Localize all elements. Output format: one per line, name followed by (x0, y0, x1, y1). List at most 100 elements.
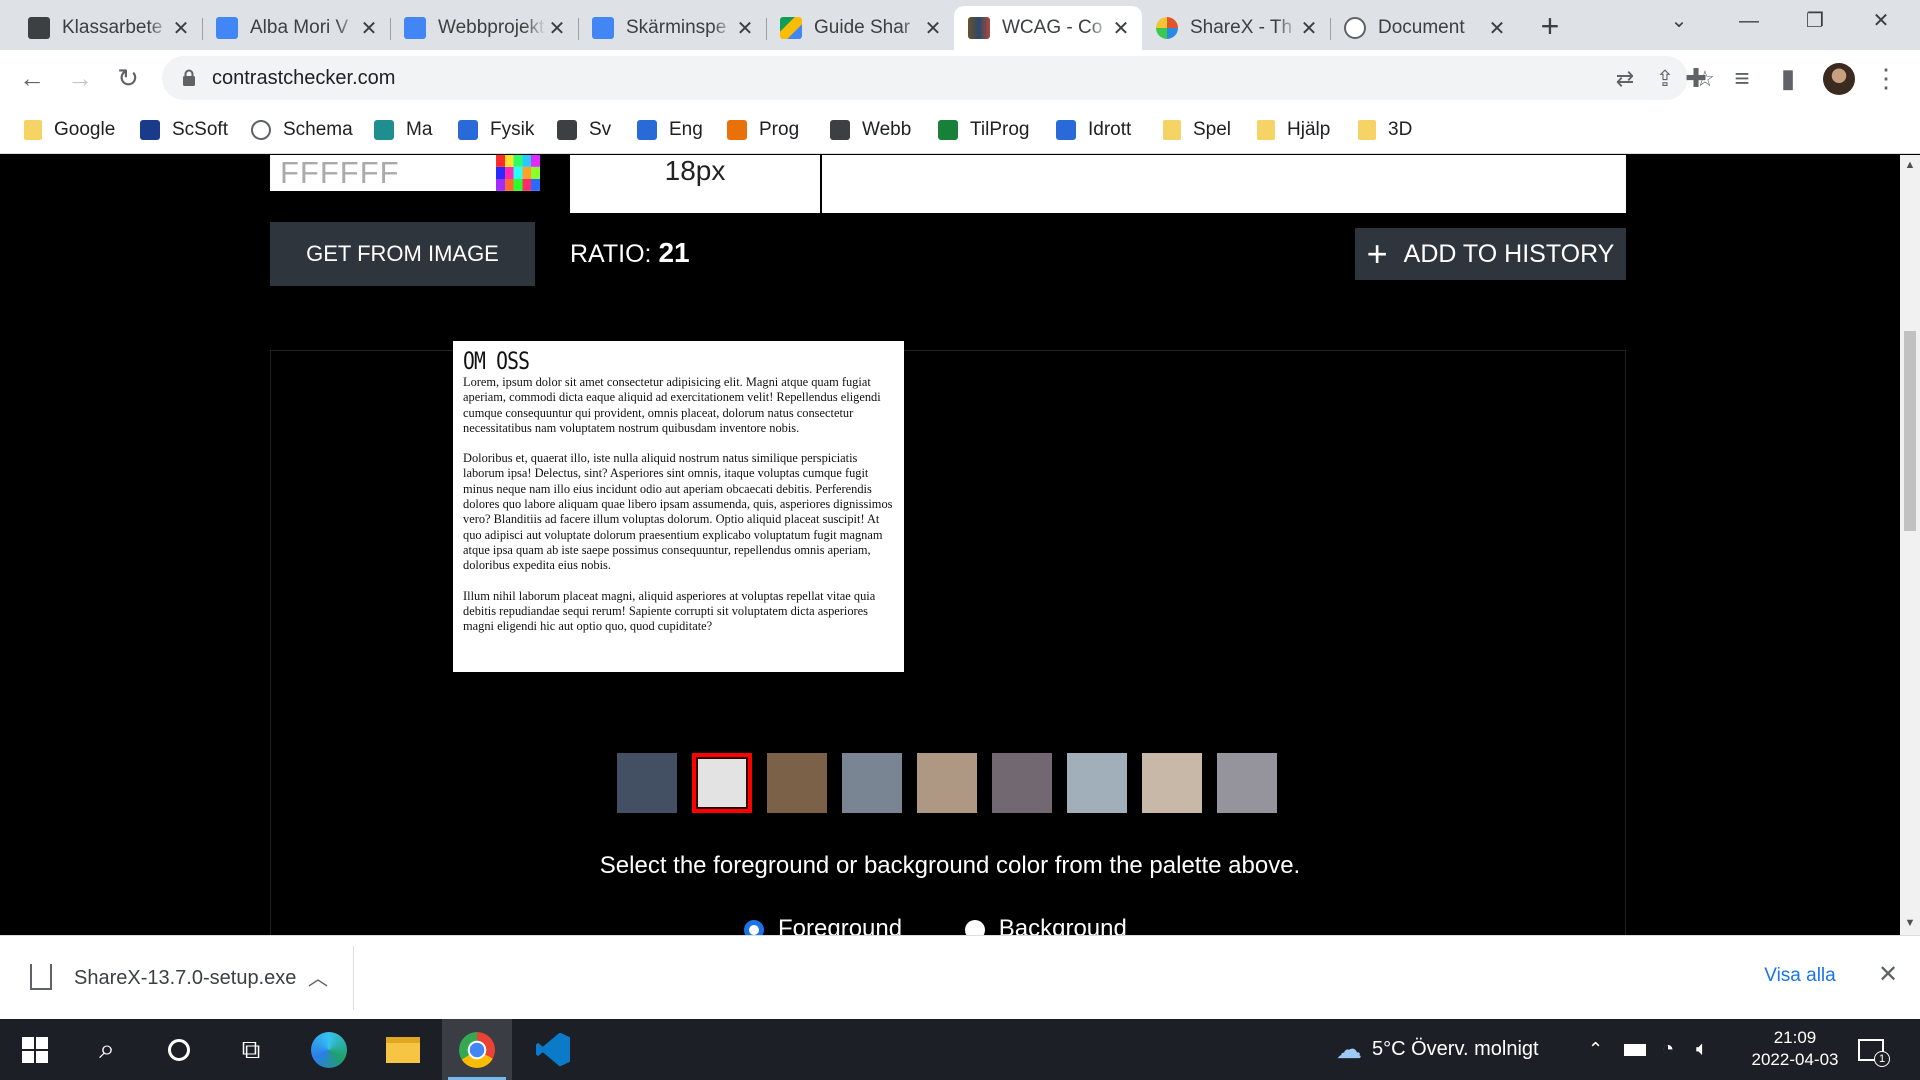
restore-button[interactable]: ❐ (1786, 0, 1844, 42)
bookmark-schema[interactable]: Schema (251, 117, 353, 143)
notification-center-icon[interactable]: 1 (1858, 1019, 1890, 1080)
uploaded-image-preview[interactable]: OM OSS Lorem, ipsum dolor sit amet conse… (453, 341, 904, 672)
weather-widget[interactable]: ☁ 5°C Överv. molnigt (1336, 1019, 1539, 1080)
vscode-icon[interactable] (518, 1019, 588, 1080)
wifi-icon[interactable]: ◔ (1662, 1019, 1674, 1080)
scroll-up-arrow-icon[interactable]: ▲ (1900, 159, 1920, 171)
avatar[interactable] (1823, 63, 1855, 95)
menu-kebab-icon[interactable]: ⋮ (1866, 58, 1906, 98)
bookmark-3d[interactable]: 3D (1358, 117, 1412, 143)
palette-swatch[interactable] (617, 753, 677, 813)
bookmark-fysik[interactable]: Fysik (458, 117, 534, 143)
palette-swatch-selected[interactable] (692, 753, 752, 813)
address-bar[interactable]: contrastchecker.com ⇄ ⇪ ☆ (162, 56, 1715, 100)
browser-tab[interactable]: ShareX - Th ✕ (1142, 6, 1331, 50)
browser-tab[interactable]: Klassarbete ✕ (14, 6, 203, 50)
foreground-radio[interactable] (744, 919, 764, 935)
bookmark-scsoft[interactable]: ScSoft (140, 117, 228, 143)
background-label[interactable]: Background (999, 915, 1127, 935)
plus-icon: + (1366, 233, 1388, 274)
chevron-up-icon[interactable]: ︿ (308, 962, 328, 991)
cortana-icon[interactable] (144, 1019, 214, 1080)
windows-taskbar: ⌕ ⧉ ☁ 5°C Överv. molnigt ⌃ ◔ 🔈︎ 21:09 20… (0, 1019, 1920, 1080)
browser-tab[interactable]: Skärminspe ✕ (578, 6, 767, 50)
bookmark-eng[interactable]: Eng (637, 117, 703, 143)
classroom-icon (458, 120, 478, 140)
show-all-downloads-button[interactable]: Visa alla (1750, 954, 1850, 998)
download-filename[interactable]: ShareX-13.7.0-setup.exe (74, 967, 296, 990)
battery-icon[interactable] (1624, 1019, 1646, 1080)
tab-title: Alba Mori V (250, 17, 349, 38)
add-to-history-button[interactable]: + ADD TO HISTORY (1355, 228, 1626, 280)
browser-tab[interactable]: Webbprojekt ✕ (390, 6, 579, 50)
bookmark-tilprog[interactable]: TilProg (938, 117, 1029, 143)
bookmark-label: Spel (1193, 119, 1232, 140)
bookmark-webb[interactable]: Webb (830, 117, 911, 143)
minimize-button[interactable]: — (1720, 0, 1778, 42)
translate-icon[interactable]: ⇄ (1610, 64, 1640, 94)
browser-tab[interactable]: Alba Mori V ✕ (202, 6, 391, 50)
extensions-puzzle-icon[interactable]: ✚ (1676, 58, 1716, 98)
close-tab-icon[interactable]: ✕ (1298, 16, 1320, 41)
color-picker-icon[interactable] (496, 155, 540, 191)
tab-title: Klassarbete (62, 17, 163, 38)
close-tab-icon[interactable]: ✕ (1110, 16, 1132, 41)
start-windows-icon[interactable] (0, 1019, 70, 1080)
download-file-icon (30, 964, 52, 990)
media-queue-icon[interactable]: ≡ (1722, 58, 1762, 98)
close-tab-icon[interactable]: ✕ (546, 16, 568, 41)
tab-search-chevron-icon[interactable]: ⌄ (1650, 0, 1708, 42)
scrollbar-thumb[interactable] (1904, 331, 1916, 531)
side-panel-icon[interactable]: ▮ (1768, 58, 1808, 98)
page-scrollbar[interactable]: ▲ ▼ (1900, 155, 1920, 935)
file-explorer-icon[interactable] (368, 1019, 438, 1080)
close-window-button[interactable]: ✕ (1852, 0, 1910, 42)
folder-icon (1163, 120, 1181, 140)
bookmark-idrott[interactable]: Idrott (1056, 117, 1131, 143)
tab-title: Webbprojekt (438, 17, 545, 38)
palette-swatch[interactable] (1067, 753, 1127, 813)
palette-swatch[interactable] (1217, 753, 1277, 813)
chrome-icon[interactable] (442, 1019, 512, 1080)
hex-color-input[interactable]: FFFFFF (270, 155, 540, 191)
back-arrow-icon[interactable]: ← (12, 58, 52, 98)
browser-tab[interactable]: Guide Shar ✕ (766, 6, 954, 50)
close-tab-icon[interactable]: ✕ (1486, 16, 1508, 41)
close-tab-icon[interactable]: ✕ (734, 16, 756, 41)
palette-swatch[interactable] (992, 753, 1052, 813)
bookmark-label: Eng (669, 119, 703, 140)
search-icon[interactable]: ⌕ (72, 1019, 142, 1080)
palette-swatch[interactable] (842, 753, 902, 813)
close-tab-icon[interactable]: ✕ (358, 16, 380, 41)
task-view-icon[interactable]: ⧉ (216, 1019, 286, 1080)
foreground-label[interactable]: Foreground (778, 915, 902, 935)
sharex-icon (1156, 17, 1178, 39)
palette-swatch[interactable] (1142, 753, 1202, 813)
volume-icon[interactable]: 🔈︎ (1696, 1019, 1708, 1080)
close-tab-icon[interactable]: ✕ (922, 16, 944, 41)
close-shelf-icon[interactable]: ✕ (1878, 960, 1898, 989)
system-clock[interactable]: 21:09 2022-04-03 (1748, 1027, 1842, 1071)
bookmark-spel[interactable]: Spel (1163, 117, 1231, 143)
palette-swatch[interactable] (767, 753, 827, 813)
close-tab-icon[interactable]: ✕ (170, 16, 192, 41)
bookmark-prog[interactable]: Prog (727, 117, 799, 143)
scroll-down-arrow-icon[interactable]: ▼ (1900, 917, 1920, 929)
browser-tab[interactable]: Document ✕ (1330, 6, 1518, 50)
get-from-image-button[interactable]: GET FROM IMAGE (270, 222, 535, 286)
background-radio[interactable] (964, 919, 985, 935)
edge-icon[interactable] (294, 1019, 364, 1080)
new-tab-button[interactable]: + (1532, 9, 1568, 45)
bookmark-hjalp[interactable]: Hjälp (1257, 117, 1330, 143)
reload-icon[interactable]: ↻ (108, 58, 148, 98)
palette-swatch[interactable] (917, 753, 977, 813)
forward-arrow-icon[interactable]: → (60, 58, 100, 98)
tray-chevron-up-icon[interactable]: ⌃ (1588, 1019, 1603, 1080)
bookmark-sv[interactable]: Sv (557, 117, 611, 143)
bookmark-google[interactable]: Google (24, 117, 115, 143)
font-size-box[interactable]: 18px (570, 155, 820, 213)
browser-tab-active[interactable]: WCAG - Co ✕ (954, 6, 1142, 50)
bookmark-ma[interactable]: Ma (374, 117, 432, 143)
ratio-value: 21 (658, 237, 690, 268)
preview-paragraph: Illum nihil laborum placeat magni, aliqu… (463, 588, 876, 634)
